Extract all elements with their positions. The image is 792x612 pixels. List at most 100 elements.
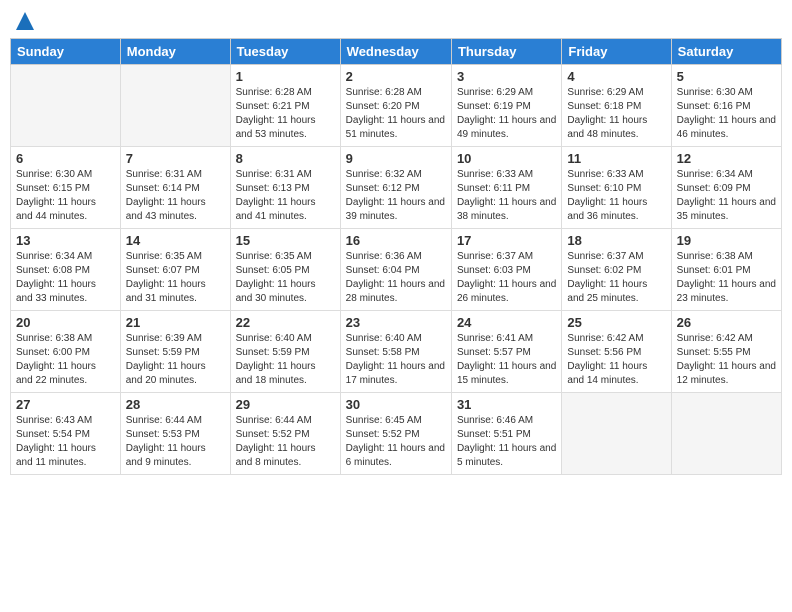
calendar-day: 15 Sunrise: 6:35 AMSunset: 6:05 PMDaylig… — [230, 229, 340, 311]
col-header-sunday: Sunday — [11, 39, 121, 65]
day-number: 29 — [236, 397, 335, 412]
calendar-day: 5 Sunrise: 6:30 AMSunset: 6:16 PMDayligh… — [671, 65, 781, 147]
day-info: Sunrise: 6:29 AMSunset: 6:19 PMDaylight:… — [457, 87, 556, 140]
logo — [14, 10, 36, 30]
calendar-day: 6 Sunrise: 6:30 AMSunset: 6:15 PMDayligh… — [11, 147, 121, 229]
calendar-table: SundayMondayTuesdayWednesdayThursdayFrid… — [10, 38, 782, 475]
col-header-tuesday: Tuesday — [230, 39, 340, 65]
calendar-day: 31 Sunrise: 6:46 AMSunset: 5:51 PMDaylig… — [451, 393, 561, 475]
calendar-day: 11 Sunrise: 6:33 AMSunset: 6:10 PMDaylig… — [562, 147, 671, 229]
day-number: 17 — [457, 233, 556, 248]
day-number: 27 — [16, 397, 115, 412]
day-number: 25 — [567, 315, 665, 330]
day-number: 11 — [567, 151, 665, 166]
calendar-day: 12 Sunrise: 6:34 AMSunset: 6:09 PMDaylig… — [671, 147, 781, 229]
day-number: 16 — [346, 233, 446, 248]
calendar-week-3: 20 Sunrise: 6:38 AMSunset: 6:00 PMDaylig… — [11, 311, 782, 393]
day-info: Sunrise: 6:42 AMSunset: 5:56 PMDaylight:… — [567, 333, 647, 386]
day-info: Sunrise: 6:38 AMSunset: 6:00 PMDaylight:… — [16, 333, 96, 386]
calendar-day: 3 Sunrise: 6:29 AMSunset: 6:19 PMDayligh… — [451, 65, 561, 147]
calendar-day: 21 Sunrise: 6:39 AMSunset: 5:59 PMDaylig… — [120, 311, 230, 393]
day-number: 3 — [457, 69, 556, 84]
day-info: Sunrise: 6:31 AMSunset: 6:13 PMDaylight:… — [236, 169, 316, 222]
calendar-day: 30 Sunrise: 6:45 AMSunset: 5:52 PMDaylig… — [340, 393, 451, 475]
day-number: 10 — [457, 151, 556, 166]
calendar-day: 27 Sunrise: 6:43 AMSunset: 5:54 PMDaylig… — [11, 393, 121, 475]
day-info: Sunrise: 6:30 AMSunset: 6:16 PMDaylight:… — [677, 87, 776, 140]
calendar-day — [11, 65, 121, 147]
day-number: 12 — [677, 151, 776, 166]
day-number: 23 — [346, 315, 446, 330]
calendar-week-2: 13 Sunrise: 6:34 AMSunset: 6:08 PMDaylig… — [11, 229, 782, 311]
calendar-week-4: 27 Sunrise: 6:43 AMSunset: 5:54 PMDaylig… — [11, 393, 782, 475]
calendar-header-row: SundayMondayTuesdayWednesdayThursdayFrid… — [11, 39, 782, 65]
day-number: 15 — [236, 233, 335, 248]
calendar-day — [671, 393, 781, 475]
day-number: 24 — [457, 315, 556, 330]
day-info: Sunrise: 6:29 AMSunset: 6:18 PMDaylight:… — [567, 87, 647, 140]
calendar-day: 2 Sunrise: 6:28 AMSunset: 6:20 PMDayligh… — [340, 65, 451, 147]
day-number: 20 — [16, 315, 115, 330]
day-number: 9 — [346, 151, 446, 166]
day-info: Sunrise: 6:36 AMSunset: 6:04 PMDaylight:… — [346, 251, 445, 304]
day-info: Sunrise: 6:45 AMSunset: 5:52 PMDaylight:… — [346, 415, 445, 468]
calendar-day: 22 Sunrise: 6:40 AMSunset: 5:59 PMDaylig… — [230, 311, 340, 393]
col-header-saturday: Saturday — [671, 39, 781, 65]
calendar-day — [562, 393, 671, 475]
day-info: Sunrise: 6:35 AMSunset: 6:05 PMDaylight:… — [236, 251, 316, 304]
day-info: Sunrise: 6:34 AMSunset: 6:09 PMDaylight:… — [677, 169, 776, 222]
day-number: 5 — [677, 69, 776, 84]
day-info: Sunrise: 6:35 AMSunset: 6:07 PMDaylight:… — [126, 251, 206, 304]
day-info: Sunrise: 6:33 AMSunset: 6:10 PMDaylight:… — [567, 169, 647, 222]
day-number: 2 — [346, 69, 446, 84]
day-info: Sunrise: 6:32 AMSunset: 6:12 PMDaylight:… — [346, 169, 445, 222]
day-info: Sunrise: 6:42 AMSunset: 5:55 PMDaylight:… — [677, 333, 776, 386]
day-number: 4 — [567, 69, 665, 84]
page-header — [10, 10, 782, 30]
day-number: 31 — [457, 397, 556, 412]
calendar-day: 18 Sunrise: 6:37 AMSunset: 6:02 PMDaylig… — [562, 229, 671, 311]
col-header-thursday: Thursday — [451, 39, 561, 65]
day-number: 8 — [236, 151, 335, 166]
logo-triangle-icon — [16, 10, 34, 36]
calendar-day: 17 Sunrise: 6:37 AMSunset: 6:03 PMDaylig… — [451, 229, 561, 311]
calendar-day: 9 Sunrise: 6:32 AMSunset: 6:12 PMDayligh… — [340, 147, 451, 229]
calendar-day: 1 Sunrise: 6:28 AMSunset: 6:21 PMDayligh… — [230, 65, 340, 147]
calendar-day: 7 Sunrise: 6:31 AMSunset: 6:14 PMDayligh… — [120, 147, 230, 229]
day-info: Sunrise: 6:46 AMSunset: 5:51 PMDaylight:… — [457, 415, 556, 468]
day-info: Sunrise: 6:41 AMSunset: 5:57 PMDaylight:… — [457, 333, 556, 386]
calendar-day: 20 Sunrise: 6:38 AMSunset: 6:00 PMDaylig… — [11, 311, 121, 393]
calendar-day: 10 Sunrise: 6:33 AMSunset: 6:11 PMDaylig… — [451, 147, 561, 229]
day-number: 19 — [677, 233, 776, 248]
day-info: Sunrise: 6:37 AMSunset: 6:03 PMDaylight:… — [457, 251, 556, 304]
calendar-day: 14 Sunrise: 6:35 AMSunset: 6:07 PMDaylig… — [120, 229, 230, 311]
day-number: 28 — [126, 397, 225, 412]
calendar-day — [120, 65, 230, 147]
day-info: Sunrise: 6:38 AMSunset: 6:01 PMDaylight:… — [677, 251, 776, 304]
day-info: Sunrise: 6:37 AMSunset: 6:02 PMDaylight:… — [567, 251, 647, 304]
day-info: Sunrise: 6:31 AMSunset: 6:14 PMDaylight:… — [126, 169, 206, 222]
day-number: 6 — [16, 151, 115, 166]
day-info: Sunrise: 6:40 AMSunset: 5:59 PMDaylight:… — [236, 333, 316, 386]
day-number: 14 — [126, 233, 225, 248]
day-number: 18 — [567, 233, 665, 248]
col-header-wednesday: Wednesday — [340, 39, 451, 65]
day-info: Sunrise: 6:43 AMSunset: 5:54 PMDaylight:… — [16, 415, 96, 468]
day-number: 30 — [346, 397, 446, 412]
calendar-day: 8 Sunrise: 6:31 AMSunset: 6:13 PMDayligh… — [230, 147, 340, 229]
day-number: 13 — [16, 233, 115, 248]
day-info: Sunrise: 6:39 AMSunset: 5:59 PMDaylight:… — [126, 333, 206, 386]
calendar-day: 16 Sunrise: 6:36 AMSunset: 6:04 PMDaylig… — [340, 229, 451, 311]
day-info: Sunrise: 6:44 AMSunset: 5:52 PMDaylight:… — [236, 415, 316, 468]
calendar-day: 19 Sunrise: 6:38 AMSunset: 6:01 PMDaylig… — [671, 229, 781, 311]
calendar-week-1: 6 Sunrise: 6:30 AMSunset: 6:15 PMDayligh… — [11, 147, 782, 229]
calendar-day: 29 Sunrise: 6:44 AMSunset: 5:52 PMDaylig… — [230, 393, 340, 475]
day-number: 7 — [126, 151, 225, 166]
calendar-day: 26 Sunrise: 6:42 AMSunset: 5:55 PMDaylig… — [671, 311, 781, 393]
calendar-day: 4 Sunrise: 6:29 AMSunset: 6:18 PMDayligh… — [562, 65, 671, 147]
day-info: Sunrise: 6:44 AMSunset: 5:53 PMDaylight:… — [126, 415, 206, 468]
day-number: 26 — [677, 315, 776, 330]
day-number: 1 — [236, 69, 335, 84]
day-info: Sunrise: 6:34 AMSunset: 6:08 PMDaylight:… — [16, 251, 96, 304]
calendar-day: 13 Sunrise: 6:34 AMSunset: 6:08 PMDaylig… — [11, 229, 121, 311]
